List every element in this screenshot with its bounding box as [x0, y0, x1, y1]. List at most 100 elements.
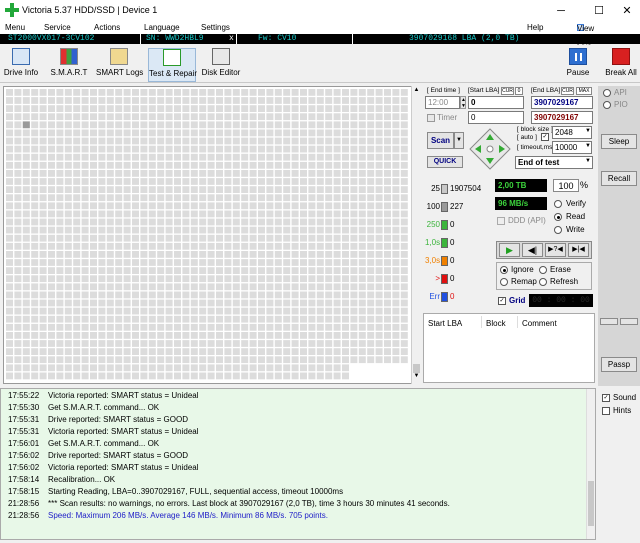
quick-button[interactable]: QUICK [427, 156, 463, 168]
scroll-down-icon[interactable]: ▼ [413, 373, 420, 382]
end-lba-current-input[interactable]: 3907029167 [531, 111, 593, 124]
drive-info-button[interactable]: Drive Info [2, 48, 40, 82]
test-repair-label: Test & Repair [149, 69, 198, 78]
write-label: Write [566, 225, 585, 234]
refresh-label: Refresh [550, 277, 579, 286]
passp-button[interactable]: Passp [601, 357, 637, 372]
end-lba-input[interactable]: 3907029167 [531, 96, 593, 109]
menu-item-help[interactable]: Help [527, 23, 543, 32]
pio-label: PIO [614, 100, 628, 109]
api-radio[interactable] [603, 89, 611, 97]
menu-item-menu[interactable]: Menu [5, 23, 25, 32]
log-scrollbar[interactable] [586, 389, 595, 539]
time-spinner[interactable]: ▲ ▼ [460, 96, 466, 109]
start-cur-button[interactable]: CUR [501, 87, 514, 95]
random-icon[interactable]: ▶?◀ [545, 243, 566, 257]
hints-label: Hints [613, 406, 632, 415]
eject-icon[interactable]: x [229, 34, 234, 44]
remap-radio[interactable] [500, 278, 508, 286]
direction-pad[interactable] [469, 128, 511, 170]
table-header-block[interactable]: Block [486, 319, 506, 328]
log-time: 17:55:31 [8, 415, 40, 424]
menu-item-language[interactable]: Language [144, 23, 180, 32]
small-button-right[interactable] [620, 318, 638, 325]
stat-label: 100 [426, 202, 440, 211]
timer-checkbox[interactable] [427, 114, 435, 122]
pio-radio[interactable] [603, 101, 611, 109]
stat-color-block [441, 238, 448, 248]
smart-button[interactable]: S.M.A.R.T [50, 48, 88, 82]
scan-control-panel: [ End time ] 12:00 ▲ ▼ [Start LBA] CUR 0 … [423, 86, 595, 383]
end-max-button[interactable]: MAX [576, 87, 592, 95]
scan-button[interactable]: Scan [427, 132, 454, 149]
verify-radio[interactable] [554, 200, 562, 208]
minimize-button[interactable]: ─ [548, 2, 574, 20]
timer-input[interactable]: 0 [468, 111, 524, 124]
stat-color-block [441, 292, 448, 302]
pause-label: Pause [566, 68, 590, 77]
stat-color-block [441, 274, 448, 284]
timeout-chevron-icon[interactable]: ▼ [585, 143, 591, 149]
menu-item-settings[interactable]: Settings [201, 23, 230, 32]
refresh-radio[interactable] [539, 278, 547, 286]
ddd-checkbox[interactable] [497, 217, 505, 225]
disk-editor-button[interactable]: Disk Editor [201, 48, 241, 82]
erase-radio[interactable] [539, 266, 547, 274]
end-of-test-select[interactable]: End of test [515, 156, 593, 169]
scan-map [6, 89, 408, 380]
size-readout: 2,00 TB [495, 179, 547, 192]
scan-dropdown-icon[interactable]: ▼ [454, 132, 464, 149]
log-time: 17:55:31 [8, 427, 40, 436]
stat-count: 0 [450, 256, 455, 265]
recall-button[interactable]: Recall [601, 171, 637, 186]
smart-label: S.M.A.R.T [50, 68, 88, 77]
log-time: 17:56:02 [8, 463, 40, 472]
break-all-button[interactable]: Break All [603, 48, 639, 82]
window-title: Victoria 5.37 HDD/SSD | Device 1 [22, 5, 158, 15]
end-time-input[interactable]: 12:00 [425, 96, 460, 109]
menu-item-actions[interactable]: Actions [94, 23, 120, 32]
timeout-label: [ timeout,ms ] [517, 144, 557, 151]
stat-label: 250 [426, 220, 440, 229]
hints-checkbox[interactable] [602, 407, 610, 415]
log-panel: 17:55:22 Victoria reported: SMART status … [0, 388, 596, 540]
scroll-up-icon[interactable]: ▲ [413, 87, 420, 96]
block-size-chevron-icon[interactable]: ▼ [585, 128, 591, 134]
stat-label: 1,0s [425, 238, 441, 247]
ignore-radio[interactable] [500, 266, 508, 274]
stat-label: Err [429, 292, 440, 301]
end-cur-button[interactable]: CUR [561, 87, 574, 95]
scroll-thumb[interactable] [413, 364, 420, 373]
start-zero-button[interactable]: 0 [515, 87, 523, 95]
stat-count: 0 [450, 274, 455, 283]
smart-logs-button[interactable]: SMART Logs [96, 48, 143, 82]
stat-label: 25 [431, 184, 440, 193]
read-radio[interactable] [554, 213, 562, 221]
stat-color-block [441, 184, 448, 194]
rewind-icon[interactable]: ◀| [522, 243, 543, 257]
grid-checkbox[interactable]: ✓ [498, 297, 506, 305]
log-message: Victoria reported: SMART status = Unidea… [48, 391, 199, 400]
start-lba-input[interactable]: 0 [468, 96, 524, 109]
table-header-start-lba[interactable]: Start LBA [428, 319, 462, 328]
device-model[interactable]: ST2000VX017-3CV102 [8, 34, 94, 44]
sleep-button[interactable]: Sleep [601, 134, 637, 149]
play-icon[interactable]: ▶ [499, 243, 520, 257]
butterfly-icon[interactable]: ▶|◀ [568, 243, 589, 257]
test-repair-button[interactable]: Test & Repair [148, 48, 198, 82]
disk-editor-label: Disk Editor [201, 68, 241, 77]
grid-scrollbar[interactable]: ▲ ▼ [411, 86, 421, 384]
ddd-label: DDD (API) [508, 216, 546, 225]
write-radio[interactable] [554, 226, 562, 234]
end-of-test-chevron-icon[interactable]: ▼ [585, 158, 591, 164]
log-message: Victoria reported: SMART status = Unidea… [48, 427, 199, 436]
sound-checkbox[interactable]: ✓ [602, 394, 610, 402]
maximize-button[interactable]: ☐ [586, 2, 612, 20]
menu-item-service[interactable]: Service [44, 23, 71, 32]
table-header-comment[interactable]: Comment [522, 319, 557, 328]
close-button[interactable]: ✕ [614, 2, 640, 20]
auto-checkbox[interactable]: ✓ [541, 133, 549, 141]
small-button-left[interactable] [600, 318, 618, 325]
log-scroll-thumb[interactable] [588, 481, 594, 526]
pause-button[interactable]: Pause [563, 48, 593, 82]
